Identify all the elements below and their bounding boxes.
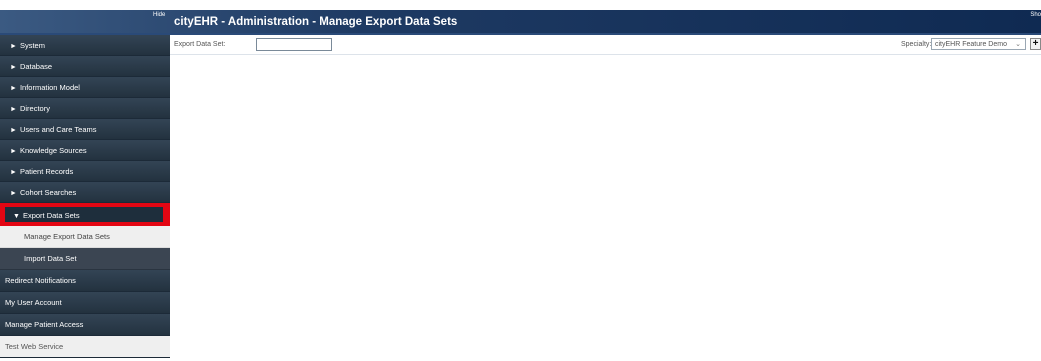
sidebar-item-users-care-teams[interactable]: ► Users and Care Teams: [0, 119, 170, 140]
page-title: cityEHR - Administration - Manage Export…: [174, 16, 458, 28]
expand-arrow-icon: ►: [10, 64, 17, 71]
sidebar-item-directory[interactable]: ► Directory: [0, 98, 170, 119]
sidebar-item-label: Information Model: [19, 83, 80, 92]
expand-arrow-icon: ►: [10, 169, 17, 176]
sidebar-subitem-manage-export-data-sets[interactable]: Manage Export Data Sets: [0, 226, 170, 248]
sidebar-item-label: Patient Records: [19, 167, 74, 176]
sidebar-item-knowledge-sources[interactable]: ► Knowledge Sources: [0, 140, 170, 161]
sidebar-item-system[interactable]: ► System: [0, 35, 170, 56]
show-link[interactable]: Sho: [1030, 12, 1041, 18]
top-strip: [0, 0, 1041, 10]
highlight-frame: ▼ Export Data Sets: [0, 203, 170, 226]
sidebar-item-my-user-account[interactable]: My User Account: [0, 292, 170, 314]
sidebar-subitem-import-data-set[interactable]: Import Data Set: [0, 248, 170, 270]
expand-arrow-icon: ►: [10, 43, 17, 50]
sidebar-item-database[interactable]: ► Database: [0, 56, 170, 77]
sidebar: ► System ► Database ► Information Model ► Di…: [0, 35, 170, 361]
sidebar-item-label: Users and Care Teams: [19, 125, 97, 134]
chevron-down-icon: ⌄: [1015, 41, 1021, 48]
expand-arrow-icon: ►: [10, 148, 17, 155]
collapse-arrow-icon: ▼: [13, 213, 20, 220]
add-button[interactable]: +: [1030, 38, 1041, 50]
sidebar-item-label: Directory: [19, 104, 50, 113]
expand-arrow-icon: ►: [10, 85, 17, 92]
export-data-set-input[interactable]: [256, 38, 332, 51]
sidebar-item-cohort-searches[interactable]: ► Cohort Searches: [0, 182, 170, 203]
sidebar-item-manage-patient-access[interactable]: Manage Patient Access: [0, 314, 170, 336]
sidebar-item-label: Database: [19, 62, 53, 71]
sidebar-item-label: Knowledge Sources: [19, 146, 87, 155]
expand-arrow-icon: ►: [10, 190, 17, 197]
sidebar-item-test-web-service[interactable]: Test Web Service: [0, 336, 170, 358]
expand-arrow-icon: ►: [10, 106, 17, 113]
hide-sidebar-link[interactable]: Hide: [153, 12, 165, 18]
app-header: Hide cityEHR - Administration - Manage E…: [0, 10, 1041, 35]
sidebar-item-redirect-notifications[interactable]: Redirect Notifications: [0, 270, 170, 292]
specialty-select[interactable]: cityEHR Feature Demo ⌄: [931, 38, 1026, 50]
sidebar-item-label: Export Data Sets: [22, 211, 80, 220]
sidebar-item-label: Cohort Searches: [19, 188, 77, 197]
sidebar-item-information-model[interactable]: ► Information Model: [0, 77, 170, 98]
expand-arrow-icon: ►: [10, 127, 17, 134]
export-data-set-label: Export Data Set:: [174, 41, 226, 48]
sidebar-item-label: System: [19, 41, 45, 50]
sidebar-item-export-data-sets[interactable]: ▼ Export Data Sets: [2, 204, 166, 225]
sidebar-item-patient-records[interactable]: ► Patient Records: [0, 161, 170, 182]
specialty-label: Specialty:: [901, 41, 932, 48]
toolbar: Export Data Set: Specialty: cityEHR Feat…: [170, 36, 1041, 55]
specialty-selected-value: cityEHR Feature Demo: [935, 41, 1007, 48]
